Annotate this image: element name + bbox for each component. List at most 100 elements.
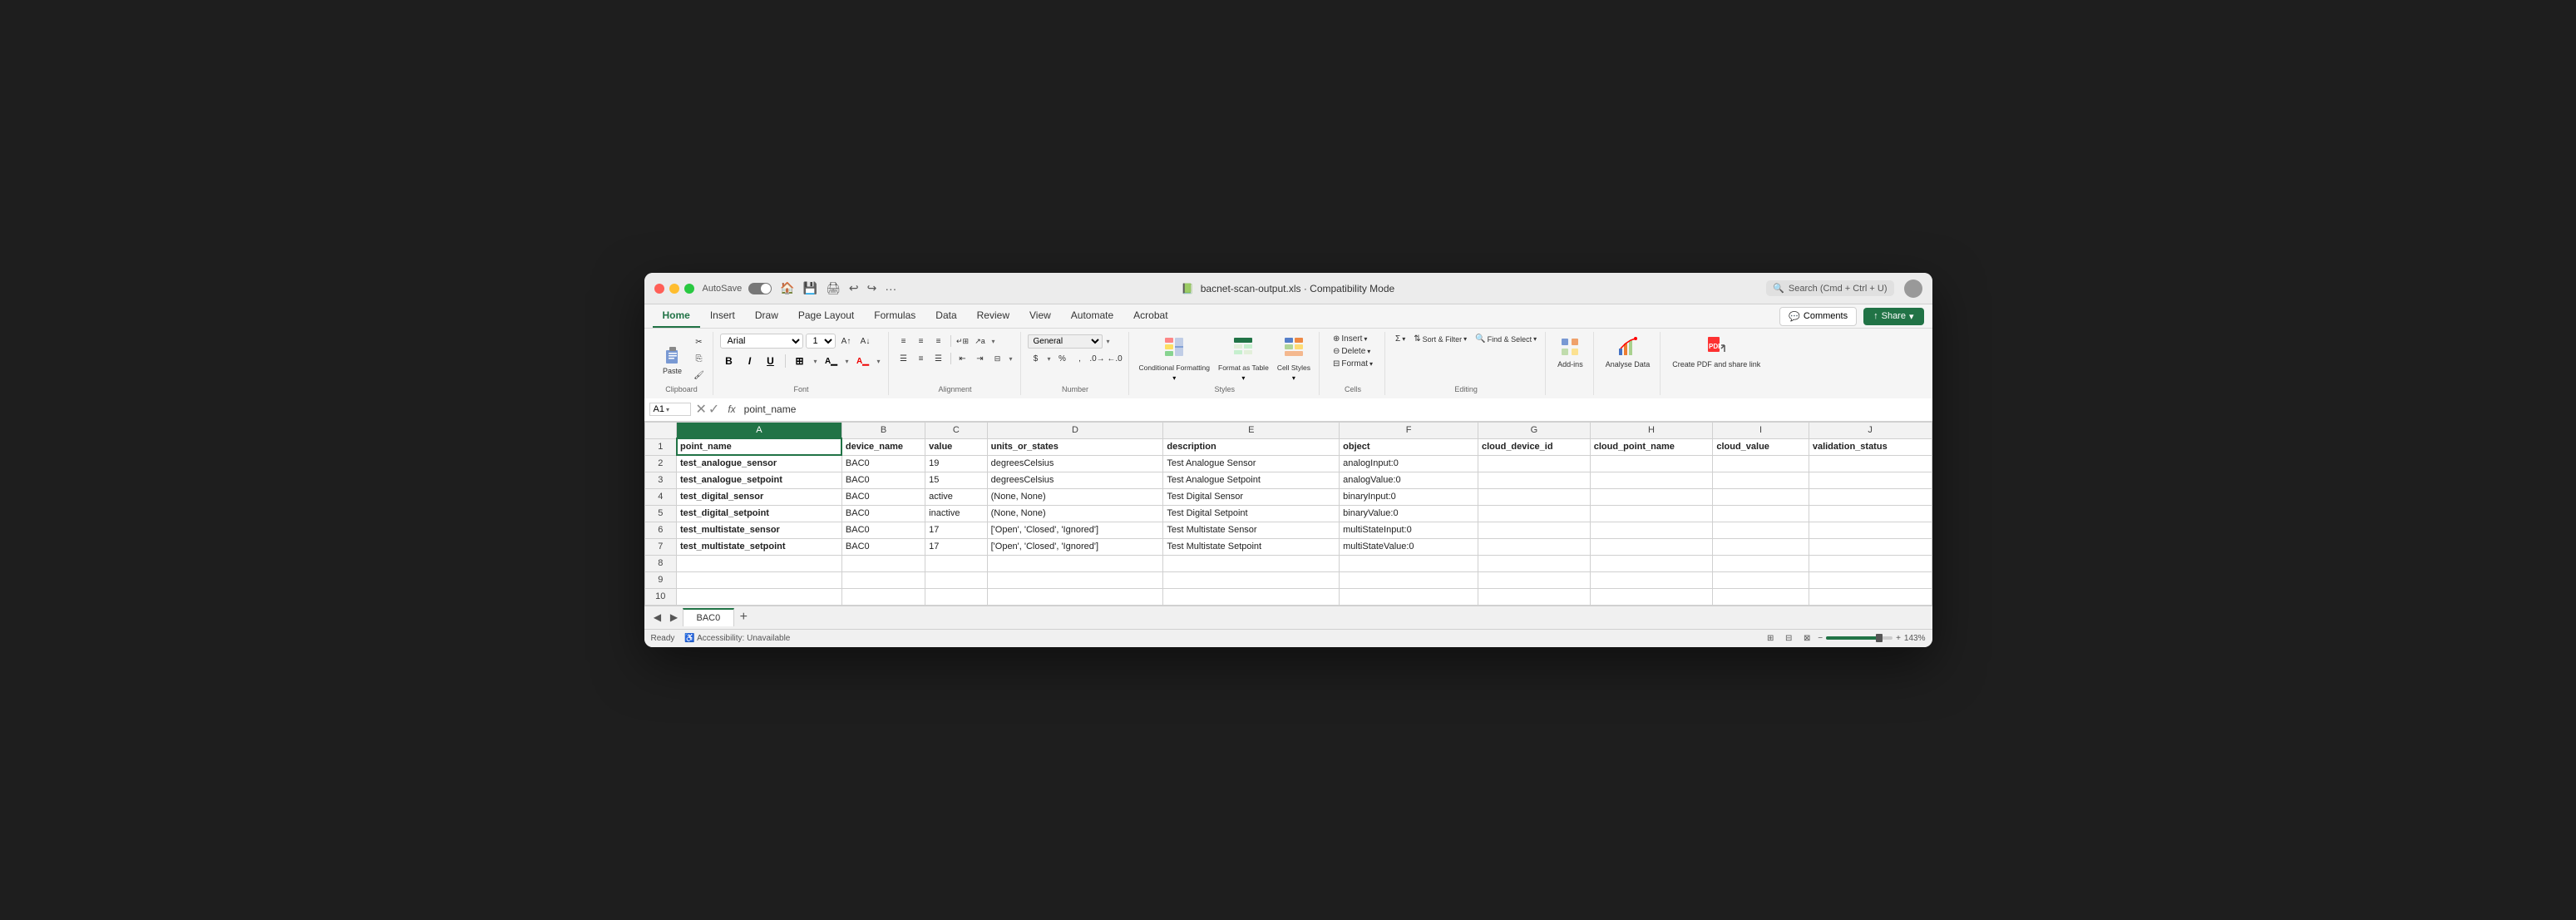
align-right-button[interactable]: ☰	[930, 351, 947, 366]
accounting-dropdown[interactable]: ▾	[1045, 351, 1054, 366]
analyse-button[interactable]: Analyse Data	[1601, 334, 1656, 371]
tab-insert[interactable]: Insert	[700, 304, 745, 328]
tab-home[interactable]: Home	[653, 304, 700, 328]
cell-r3-c9[interactable]	[1713, 472, 1809, 488]
col-header-d[interactable]: D	[987, 422, 1163, 438]
table-row[interactable]: 9	[644, 571, 1932, 588]
normal-view-button[interactable]: ⊞	[1763, 631, 1778, 645]
cell-r9-c4[interactable]	[987, 571, 1163, 588]
format-painter-button[interactable]: 🖌	[691, 368, 708, 383]
table-row[interactable]: 7test_multistate_setpointBAC017['Open', …	[644, 538, 1932, 555]
cell-r2-c5[interactable]: Test Analogue Sensor	[1163, 455, 1340, 472]
cell-r6-c5[interactable]: Test Multistate Sensor	[1163, 522, 1340, 538]
fill-color-button[interactable]: A▁	[822, 353, 841, 369]
cell-r3-c2[interactable]: BAC0	[841, 472, 925, 488]
align-center-button[interactable]: ≡	[913, 351, 930, 366]
cell-r2-c7[interactable]	[1478, 455, 1590, 472]
cell-r1-c1[interactable]: point_name	[677, 438, 842, 455]
cell-r1-c4[interactable]: units_or_states	[987, 438, 1163, 455]
increase-decimal-button[interactable]: .0→	[1089, 351, 1106, 366]
cell-r1-c9[interactable]: cloud_value	[1713, 438, 1809, 455]
cell-r2-c9[interactable]	[1713, 455, 1809, 472]
cell-r3-c6[interactable]: analogValue:0	[1340, 472, 1478, 488]
cell-r3-c10[interactable]	[1809, 472, 1932, 488]
accounting-format-button[interactable]: $	[1028, 351, 1044, 366]
merge-dropdown[interactable]: ▾	[1007, 351, 1015, 366]
col-header-b[interactable]: B	[841, 422, 925, 438]
cell-r1-c7[interactable]: cloud_device_id	[1478, 438, 1590, 455]
sum-dropdown[interactable]: ▾	[1402, 335, 1405, 343]
tab-automate[interactable]: Automate	[1061, 304, 1123, 328]
cell-r3-c3[interactable]: 15	[925, 472, 987, 488]
cell-r1-c3[interactable]: value	[925, 438, 987, 455]
decrease-indent-button[interactable]: ⇤	[955, 351, 971, 366]
cell-r4-c3[interactable]: active	[925, 488, 987, 505]
close-button[interactable]	[654, 284, 664, 294]
wrap-text-button[interactable]: ↵⊞	[955, 334, 971, 349]
cell-r3-c4[interactable]: degreesCelsius	[987, 472, 1163, 488]
row-header-9[interactable]: 9	[644, 571, 677, 588]
tab-formulas[interactable]: Formulas	[864, 304, 925, 328]
row-header-6[interactable]: 6	[644, 522, 677, 538]
bold-button[interactable]: B	[720, 353, 738, 369]
italic-button[interactable]: I	[741, 353, 759, 369]
align-top-right-button[interactable]: ≡	[930, 334, 947, 349]
add-sheet-button[interactable]: +	[734, 608, 753, 626]
table-row[interactable]: 1point_namedevice_namevalueunits_or_stat…	[644, 438, 1932, 455]
undo-button[interactable]: ↩	[849, 281, 859, 295]
cell-r9-c6[interactable]	[1340, 571, 1478, 588]
cell-r9-c9[interactable]	[1713, 571, 1809, 588]
home-icon[interactable]: 🏠	[780, 281, 794, 295]
cell-r5-c8[interactable]	[1590, 505, 1713, 522]
col-header-e[interactable]: E	[1163, 422, 1340, 438]
font-family-selector[interactable]: Arial	[720, 334, 803, 349]
cell-r8-c1[interactable]	[677, 555, 842, 571]
cell-r9-c5[interactable]	[1163, 571, 1340, 588]
row-header-2[interactable]: 2	[644, 455, 677, 472]
cell-r2-c1[interactable]: test_analogue_sensor	[677, 455, 842, 472]
zoom-plus-icon[interactable]: +	[1896, 634, 1901, 643]
zoom-minus-icon[interactable]: −	[1818, 634, 1823, 643]
cell-r5-c5[interactable]: Test Digital Setpoint	[1163, 505, 1340, 522]
cell-r10-c6[interactable]	[1340, 588, 1478, 605]
sum-button[interactable]: Σ ▾	[1392, 334, 1409, 344]
cell-r6-c3[interactable]: 17	[925, 522, 987, 538]
borders-button[interactable]: ⊞	[791, 353, 809, 369]
cell-styles-button[interactable]: Cell Styles ▾	[1274, 334, 1314, 383]
cell-r6-c6[interactable]: multiStateInput:0	[1340, 522, 1478, 538]
row-header-7[interactable]: 7	[644, 538, 677, 555]
cell-r3-c7[interactable]	[1478, 472, 1590, 488]
table-row[interactable]: 3test_analogue_setpointBAC015degreesCels…	[644, 472, 1932, 488]
tab-acrobat[interactable]: Acrobat	[1123, 304, 1177, 328]
cell-r7-c5[interactable]: Test Multistate Setpoint	[1163, 538, 1340, 555]
cell-r1-c6[interactable]: object	[1340, 438, 1478, 455]
table-row[interactable]: 8	[644, 555, 1932, 571]
cell-r4-c5[interactable]: Test Digital Sensor	[1163, 488, 1340, 505]
cell-r10-c8[interactable]	[1590, 588, 1713, 605]
cell-r5-c9[interactable]	[1713, 505, 1809, 522]
table-row[interactable]: 4test_digital_sensorBAC0active(None, Non…	[644, 488, 1932, 505]
tab-data[interactable]: Data	[925, 304, 966, 328]
cut-button[interactable]: ✂	[691, 334, 708, 349]
cell-r7-c7[interactable]	[1478, 538, 1590, 555]
more-icon[interactable]: ···	[885, 282, 896, 295]
comments-button[interactable]: 💬 Comments	[1779, 307, 1857, 326]
row-header-4[interactable]: 4	[644, 488, 677, 505]
copy-button[interactable]: ⎘	[691, 351, 708, 366]
col-header-a[interactable]: A	[677, 422, 842, 438]
row-header-1[interactable]: 1	[644, 438, 677, 455]
cell-r2-c10[interactable]	[1809, 455, 1932, 472]
cell-ref-dropdown[interactable]: ▾	[666, 406, 669, 413]
cell-r2-c2[interactable]: BAC0	[841, 455, 925, 472]
cell-r1-c10[interactable]: validation_status	[1809, 438, 1932, 455]
cell-r7-c6[interactable]: multiStateValue:0	[1340, 538, 1478, 555]
col-header-f[interactable]: F	[1340, 422, 1478, 438]
cell-r8-c4[interactable]	[987, 555, 1163, 571]
insert-button[interactable]: ⊕ Insert ▾	[1330, 334, 1370, 344]
create-pdf-button[interactable]: PDF Create PDF and share link	[1667, 334, 1765, 371]
cell-r10-c3[interactable]	[925, 588, 987, 605]
paste-button[interactable]: Paste	[656, 340, 689, 378]
format-as-table-button[interactable]: Format as Table ▾	[1215, 334, 1272, 383]
cell-r3-c5[interactable]: Test Analogue Setpoint	[1163, 472, 1340, 488]
cell-r4-c2[interactable]: BAC0	[841, 488, 925, 505]
